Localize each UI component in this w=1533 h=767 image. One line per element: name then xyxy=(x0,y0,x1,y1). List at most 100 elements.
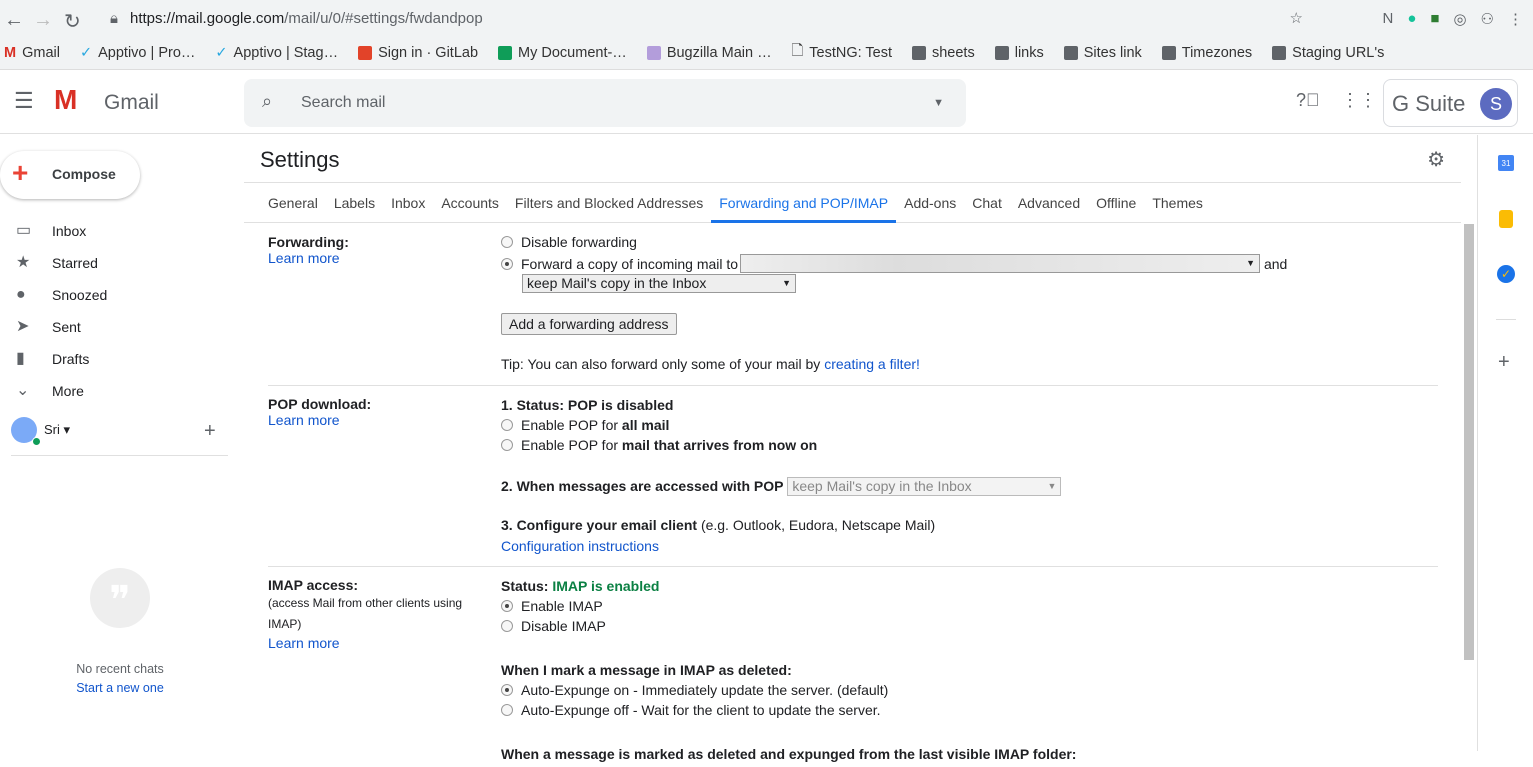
folder-icon xyxy=(1272,45,1287,60)
grammarly-icon[interactable]: ● xyxy=(1407,10,1416,28)
star-icon: ★ xyxy=(16,254,31,271)
search-input[interactable]: ⌕ Search mail ▼ xyxy=(244,79,966,127)
gsuite-account[interactable]: G Suite S xyxy=(1383,79,1518,127)
disable-forwarding-radio[interactable]: Disable forwarding xyxy=(501,234,637,250)
draft-icon: ▮ xyxy=(16,350,25,367)
apps-icon[interactable]: ⋮⋮ xyxy=(1341,90,1377,111)
bookmark[interactable]: 🗋 TestNG: Test xyxy=(792,40,892,65)
sheets-icon xyxy=(498,45,513,60)
bugzilla-icon xyxy=(646,45,661,60)
reload-icon[interactable]: ↻ xyxy=(64,9,81,34)
enable-imap-radio[interactable]: Enable IMAP xyxy=(501,598,603,614)
calendar-icon[interactable]: 31 xyxy=(1498,155,1514,171)
learn-more-link[interactable]: Learn more xyxy=(268,412,488,428)
keep-icon[interactable] xyxy=(1499,210,1513,228)
send-icon: ➤ xyxy=(16,318,30,335)
avatar[interactable]: S xyxy=(1480,88,1512,120)
search-icon[interactable]: ⌕ xyxy=(262,91,272,112)
tab-addons[interactable]: Add-ons xyxy=(896,183,964,223)
tab-accounts[interactable]: Accounts xyxy=(433,183,507,223)
gmail-icon: M xyxy=(4,44,17,61)
create-filter-link[interactable]: creating a filter! xyxy=(824,356,920,372)
sidebar: + Compose ▭ Inbox ★ Starred ● Snoozed ➤ Sent … xyxy=(0,135,244,751)
learn-more-link[interactable]: Learn more xyxy=(268,250,488,266)
configuration-instructions-link[interactable]: Configuration instructions xyxy=(501,538,659,554)
tasks-icon[interactable]: ✓ xyxy=(1497,265,1515,283)
folder-icon xyxy=(1161,45,1176,60)
forward-address-select[interactable]: ▼ xyxy=(740,254,1261,273)
settings-tabs: General Labels Inbox Accounts Filters an… xyxy=(244,182,1461,223)
forward-copy-radio[interactable]: Forward a copy of incoming mail to ▼ and xyxy=(501,254,1287,273)
compose-button[interactable]: + Compose xyxy=(0,151,140,199)
sidebar-item-sent[interactable]: ➤ Sent xyxy=(0,311,240,343)
bookmark-folder[interactable]: Timezones xyxy=(1161,40,1252,65)
gear-icon[interactable]: ⚙ xyxy=(1427,147,1445,172)
bookmark[interactable]: ✓ Apptivo | Pro… xyxy=(80,40,195,65)
extensions: N ● ■ ◎ ⚇ ⋮ xyxy=(1382,10,1523,28)
gitlab-icon xyxy=(358,45,373,60)
disable-imap-radio[interactable]: Disable IMAP xyxy=(501,618,606,634)
bookmark-folder[interactable]: Sites link xyxy=(1063,40,1142,65)
tab-labels[interactable]: Labels xyxy=(326,183,383,223)
folder-icon xyxy=(994,45,1009,60)
add-forwarding-address-button[interactable]: Add a forwarding address xyxy=(501,313,677,335)
pop-from-now-radio[interactable]: Enable POP for mail that arrives from no… xyxy=(501,437,817,453)
new-chat-icon[interactable]: + xyxy=(204,420,216,443)
back-icon[interactable]: ← xyxy=(4,9,24,32)
extension-icon[interactable]: N xyxy=(1382,10,1393,28)
hangouts-user[interactable]: Sri ▾ xyxy=(44,422,70,438)
extension-icon[interactable]: ■ xyxy=(1430,10,1439,28)
sidebar-item-more[interactable]: ⌄ More xyxy=(0,375,240,407)
start-chat-link[interactable]: Start a new one xyxy=(0,681,240,695)
sidebar-item-inbox[interactable]: ▭ Inbox xyxy=(0,215,240,247)
imap-section: IMAP access: (access Mail from other clie… xyxy=(268,577,1077,762)
extension-icon[interactable]: ⚇ xyxy=(1481,10,1494,28)
bookmark-folder[interactable]: links xyxy=(994,40,1044,65)
bookmark[interactable]: ✓ Apptivo | Stag… xyxy=(215,40,338,65)
bookmark[interactable]: Bugzilla Main … xyxy=(646,40,772,65)
search-options-icon[interactable]: ▼ xyxy=(933,97,944,109)
main-menu-icon[interactable]: ☰ xyxy=(14,88,34,114)
learn-more-link[interactable]: Learn more xyxy=(268,635,488,651)
tab-inbox[interactable]: Inbox xyxy=(383,183,433,223)
no-chats-text: No recent chats xyxy=(76,662,164,676)
online-status-icon xyxy=(32,437,41,446)
tab-forwarding-pop-imap[interactable]: Forwarding and POP/IMAP xyxy=(711,183,897,223)
tab-chat[interactable]: Chat xyxy=(964,183,1010,223)
gmail-logo-icon[interactable]: M xyxy=(54,84,77,116)
tab-offline[interactable]: Offline xyxy=(1088,183,1144,223)
auto-expunge-on-radio[interactable]: Auto-Expunge on - Immediately update the… xyxy=(501,682,888,698)
auto-expunge-off-radio[interactable]: Auto-Expunge off - Wait for the client t… xyxy=(501,702,881,718)
bookmark-folder[interactable]: sheets xyxy=(911,40,975,65)
sidebar-item-drafts[interactable]: ▮ Drafts xyxy=(0,343,240,375)
pop-all-mail-radio[interactable]: Enable POP for all mail xyxy=(501,417,669,433)
address-bar[interactable]: 🔒︎ https://mail.google.com/mail/u/0/#sett… xyxy=(100,5,1315,33)
page-title: Settings xyxy=(260,147,340,172)
apptivo-icon: ✓ xyxy=(79,44,93,61)
forward-action-select[interactable]: keep Mail's copy in the Inbox ▼ xyxy=(522,274,796,293)
forwarding-section: Forwarding: Learn more Disable forwarding… xyxy=(268,224,1438,386)
tab-filters[interactable]: Filters and Blocked Addresses xyxy=(507,183,711,223)
bookmark[interactable]: M Gmail xyxy=(4,40,60,65)
divider xyxy=(1496,319,1516,320)
bookmark-folder[interactable]: Staging URL's xyxy=(1272,40,1384,65)
hangouts-icon: ❞ xyxy=(90,568,150,628)
star-icon[interactable]: ☆ xyxy=(1290,5,1303,33)
extension-icon[interactable]: ◎ xyxy=(1453,10,1466,28)
bookmark[interactable]: My Document-… xyxy=(498,40,627,65)
apptivo-icon: ✓ xyxy=(215,44,228,61)
tab-general[interactable]: General xyxy=(260,183,326,223)
tab-themes[interactable]: Themes xyxy=(1144,183,1211,223)
sidebar-item-starred[interactable]: ★ Starred xyxy=(0,247,240,279)
add-addon-icon[interactable]: + xyxy=(1498,351,1510,374)
bookmark[interactable]: Sign in · GitLab xyxy=(358,40,478,65)
sidebar-item-snoozed[interactable]: ● Snoozed xyxy=(0,279,240,311)
scrollbar[interactable] xyxy=(1464,224,1474,660)
app-name: Gmail xyxy=(104,91,159,114)
forward-icon[interactable]: → xyxy=(33,9,53,32)
menu-icon[interactable]: ⋮ xyxy=(1508,10,1523,28)
pop-access-select[interactable]: keep Mail's copy in the Inbox ▼ xyxy=(787,477,1062,496)
tab-advanced[interactable]: Advanced xyxy=(1010,183,1088,223)
help-icon[interactable]: ?⃝ xyxy=(1296,90,1320,111)
divider xyxy=(11,455,228,456)
